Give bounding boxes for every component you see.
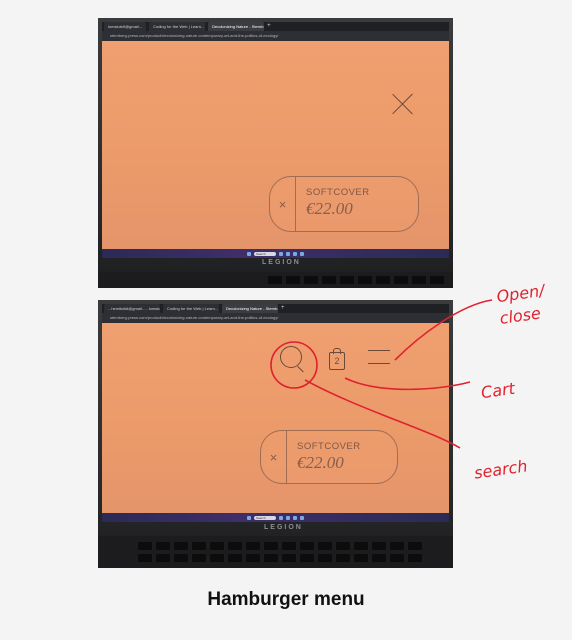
keyboard-key [286, 276, 300, 284]
browser-tab-bar: ...hemitutkil@gmail... - lomstuts@gmail.… [102, 304, 449, 313]
address-bar[interactable]: sternberg-press.com/product/decolonizing… [102, 31, 449, 41]
taskbar-search[interactable]: Search [254, 515, 276, 520]
keyboard-key [282, 542, 296, 550]
search-icon[interactable] [280, 346, 302, 368]
keyboard-key [246, 542, 260, 550]
web-page: × SOFTCOVER €22.00 [102, 41, 449, 258]
new-tab-button[interactable]: + [267, 22, 271, 31]
taskbar-app-icon[interactable] [293, 515, 297, 520]
laptop-screen: ...hemitutkil@gmail... - lomstuts@gmail.… [102, 304, 449, 522]
keyboard-key [372, 554, 386, 562]
price-label: €22.00 [297, 453, 344, 472]
browser-tab[interactable]: Coding for the Web | Learn... [163, 304, 219, 313]
keyboard-key [156, 542, 170, 550]
keyboard-key [210, 542, 224, 550]
hamburger-menu-icon[interactable] [368, 350, 390, 365]
keyboard-key [394, 276, 408, 284]
keyboard-key [390, 554, 404, 562]
taskbar-app-icon[interactable] [279, 251, 283, 256]
taskbar-search[interactable]: Search [254, 251, 276, 256]
keyboard-key [372, 542, 386, 550]
keyboard [98, 272, 453, 288]
cart-icon[interactable]: 2 [329, 348, 345, 370]
browser-tab-active[interactable]: Decolonizing Nature - Sternb... [222, 304, 278, 313]
product-format-card[interactable]: × SOFTCOVER €22.00 [269, 176, 419, 232]
windows-start-icon[interactable] [247, 515, 251, 520]
keyboard-key [268, 276, 282, 284]
remove-icon[interactable]: × [270, 177, 296, 231]
keyboard-key [192, 542, 206, 550]
close-menu-icon[interactable] [392, 93, 414, 115]
new-tab-button[interactable]: + [281, 304, 285, 313]
keyboard-key [246, 554, 260, 562]
price-label: €22.00 [306, 199, 353, 218]
keyboard-key [210, 554, 224, 562]
keyboard-key [430, 276, 444, 284]
taskbar-app-icon[interactable] [300, 515, 304, 520]
keyboard-key [412, 276, 426, 284]
keyboard-key [336, 542, 350, 550]
browser-tab-active[interactable]: Decolonizing Nature - Sternb... [208, 22, 265, 31]
keyboard-key [340, 276, 354, 284]
keyboard-key [156, 554, 170, 562]
open-close-label: Open/ close [495, 280, 546, 328]
taskbar-app-icon[interactable] [286, 251, 290, 256]
browser-tab[interactable]: ...hemitutkil@gmail... - lomstuts@gmail.… [104, 304, 160, 313]
laptop-logo: LEGION [264, 524, 303, 531]
taskbar-app-icon[interactable] [286, 515, 290, 520]
taskbar-app-icon[interactable] [279, 515, 283, 520]
browser-tab-bar: lomstuts9@gmail... Coding for the Web | … [102, 22, 449, 31]
keyboard-key [264, 554, 278, 562]
keyboard-key [376, 276, 390, 284]
windows-taskbar: Search [102, 513, 449, 522]
browser-tab[interactable]: Coding for the Web | Learn... [149, 22, 206, 31]
keyboard-key [354, 542, 368, 550]
keyboard-key [336, 554, 350, 562]
browser-tab[interactable]: lomstuts9@gmail... [104, 22, 147, 31]
menu-line [368, 363, 390, 365]
keyboard-key [264, 542, 278, 550]
taskbar-app-icon[interactable] [300, 251, 304, 256]
taskbar-app-icon[interactable] [293, 251, 297, 256]
keyboard-key [228, 554, 242, 562]
keyboard-key [322, 276, 336, 284]
keyboard-key [358, 276, 372, 284]
keyboard-key [304, 276, 318, 284]
format-label: SOFTCOVER [297, 441, 361, 452]
keyboard-key [390, 542, 404, 550]
keyboard [98, 536, 453, 568]
keyboard-key [354, 554, 368, 562]
keyboard-key [192, 554, 206, 562]
windows-start-icon[interactable] [247, 251, 251, 256]
search-label: search [472, 456, 529, 483]
keyboard-key [318, 554, 332, 562]
menu-line [368, 350, 390, 352]
address-bar[interactable]: sternberg-press.com/product/decolonizing… [102, 313, 449, 323]
keyboard-key [174, 554, 188, 562]
product-format-card[interactable]: × SOFTCOVER €22.00 [260, 430, 398, 484]
laptop-logo: LEGION [262, 259, 301, 266]
keyboard-key [138, 554, 152, 562]
keyboard-key [300, 554, 314, 562]
keyboard-key [228, 542, 242, 550]
keyboard-key [300, 542, 314, 550]
remove-icon[interactable]: × [261, 431, 287, 483]
keyboard-key [408, 554, 422, 562]
cart-label: Cart [479, 378, 516, 403]
photo-open-menu: lomstuts9@gmail... Coding for the Web | … [98, 18, 453, 288]
web-page: 2 × SOFTCOVER €22.00 [102, 323, 449, 522]
keyboard-key [138, 542, 152, 550]
address-url: sternberg-press.com/product/decolonizing… [110, 315, 279, 320]
keyboard-key [282, 554, 296, 562]
windows-taskbar: Search [102, 249, 449, 258]
laptop-screen: lomstuts9@gmail... Coding for the Web | … [102, 22, 449, 258]
address-url: sternberg-press.com/product/decolonizing… [110, 33, 279, 38]
keyboard-key [318, 542, 332, 550]
keyboard-key [408, 542, 422, 550]
keyboard-key [174, 542, 188, 550]
photo-menu-icons: ...hemitutkil@gmail... - lomstuts@gmail.… [98, 300, 453, 568]
format-label: SOFTCOVER [306, 187, 370, 198]
figure-caption: Hamburger menu [207, 589, 365, 610]
